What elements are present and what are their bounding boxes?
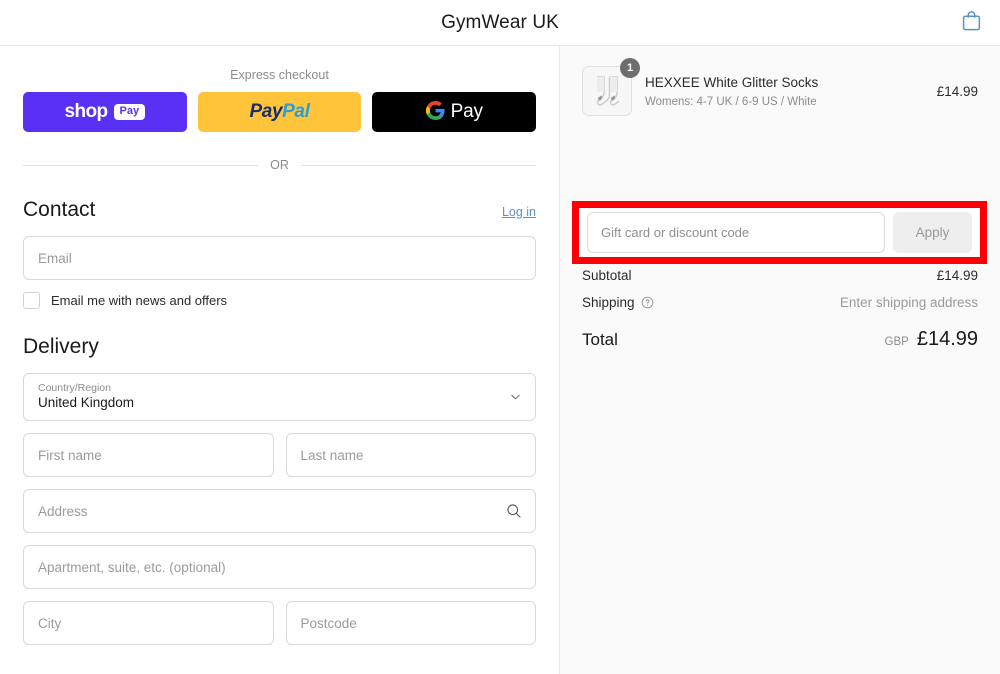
google-pay-button[interactable]: Pay [372,92,537,132]
express-checkout-label: Express checkout [230,68,329,82]
divider-line-left [23,164,259,166]
email-field[interactable]: Email [23,236,536,280]
newsletter-checkbox[interactable] [23,292,40,309]
delivery-title: Delivery [23,335,99,358]
discount-code-row: Gift card or discount code Apply [587,212,972,253]
checkout-body: Express checkout shop Pay Pay Pal Pay OR… [0,46,1000,674]
shop-pay-wordmark: shop [64,101,109,122]
postcode-placeholder: Postcode [300,615,357,631]
product-price: £14.99 [936,83,978,99]
cart-button[interactable] [956,8,986,38]
page-title: GymWear UK [441,11,559,33]
discount-code-highlight: Gift card or discount code Apply [572,201,987,264]
paypal-wordmark-pal: Pal [282,101,310,122]
name-fields-row: First name Last name [23,433,536,489]
question-circle-icon[interactable] [641,296,654,309]
subtotal-label: Subtotal [582,268,632,283]
shipping-row: Shipping Enter shipping address [582,295,978,310]
contact-title: Contact [23,198,96,221]
product-thumbnail-wrapper: 1 [582,58,640,116]
email-placeholder: Email [38,250,72,266]
discount-code-input[interactable]: Gift card or discount code [587,212,885,253]
apartment-placeholder: Apartment, suite, etc. (optional) [38,559,226,575]
quantity-badge: 1 [620,58,640,78]
total-amount-group: GBP £14.99 [885,328,978,351]
total-label: Total [582,330,618,349]
search-icon[interactable] [506,503,522,519]
country-region-select[interactable]: Country/Region United Kingdom [23,373,536,421]
apartment-field[interactable]: Apartment, suite, etc. (optional) [23,545,536,589]
total-currency: GBP [884,336,909,348]
subtotal-value: £14.99 [936,268,978,283]
order-summary-column: 1 HEXXEE White Glitter Socks Womens: 4-7… [560,46,1000,674]
order-line-item: 1 HEXXEE White Glitter Socks Womens: 4-7… [582,46,978,116]
country-region-value: United Kingdom [38,395,135,411]
contact-section-header: Contact Log in [23,198,536,222]
shop-pay-button[interactable]: shop Pay [23,92,187,132]
store-header: GymWear UK [0,0,1000,46]
city-field[interactable]: City [23,601,274,645]
address-placeholder: Address [38,503,88,519]
google-pay-wordmark: Pay [450,101,483,122]
last-name-placeholder: Last name [300,447,364,463]
delivery-section-header: Delivery [23,335,536,359]
subtotal-row: Subtotal £14.99 [582,268,978,283]
shop-pay-badge: Pay [113,104,146,120]
express-wallet-buttons: shop Pay Pay Pal Pay [23,92,537,132]
google-g-icon [425,100,445,123]
city-postcode-row: City Postcode [23,601,536,657]
newsletter-label: Email me with news and offers [51,293,228,308]
postcode-field[interactable]: Postcode [285,601,536,645]
line-item-info: HEXXEE White Glitter Socks Womens: 4-7 U… [645,74,924,107]
shopping-bag-icon [962,10,981,36]
total-value: £14.99 [916,328,978,350]
log-in-link[interactable]: Log in [502,205,536,219]
apply-discount-button[interactable]: Apply [893,212,972,253]
white-socks-icon [590,72,624,110]
first-name-placeholder: First name [38,447,102,463]
checkout-page: GymWear UK Express checkout shop Pay Pay… [0,0,1000,674]
total-row: Total GBP £14.99 [582,328,978,351]
country-region-label: Country/Region [38,381,111,394]
city-placeholder: City [38,615,62,631]
shipping-value: Enter shipping address [839,295,978,310]
or-label: OR [270,158,289,172]
first-name-field[interactable]: First name [23,433,274,477]
paypal-button[interactable]: Pay Pal [197,92,362,132]
checkout-form-column: Express checkout shop Pay Pay Pal Pay OR… [0,46,560,674]
product-title: HEXXEE White Glitter Socks [645,75,819,91]
or-divider: OR [23,158,536,172]
product-variant: Womens: 4-7 UK / 6-9 US / White [645,95,817,108]
paypal-wordmark-pay: Pay [249,101,283,122]
address-field[interactable]: Address [23,489,536,533]
shipping-label-group: Shipping [582,295,654,310]
discount-code-placeholder: Gift card or discount code [601,225,750,240]
chevron-down-icon [509,391,522,404]
divider-line-right [300,164,536,166]
shipping-label: Shipping [582,295,635,310]
order-totals: Subtotal £14.99 Shipping Enter shipping … [582,268,978,351]
newsletter-checkbox-row[interactable]: Email me with news and offers [23,292,536,309]
last-name-field[interactable]: Last name [285,433,536,477]
